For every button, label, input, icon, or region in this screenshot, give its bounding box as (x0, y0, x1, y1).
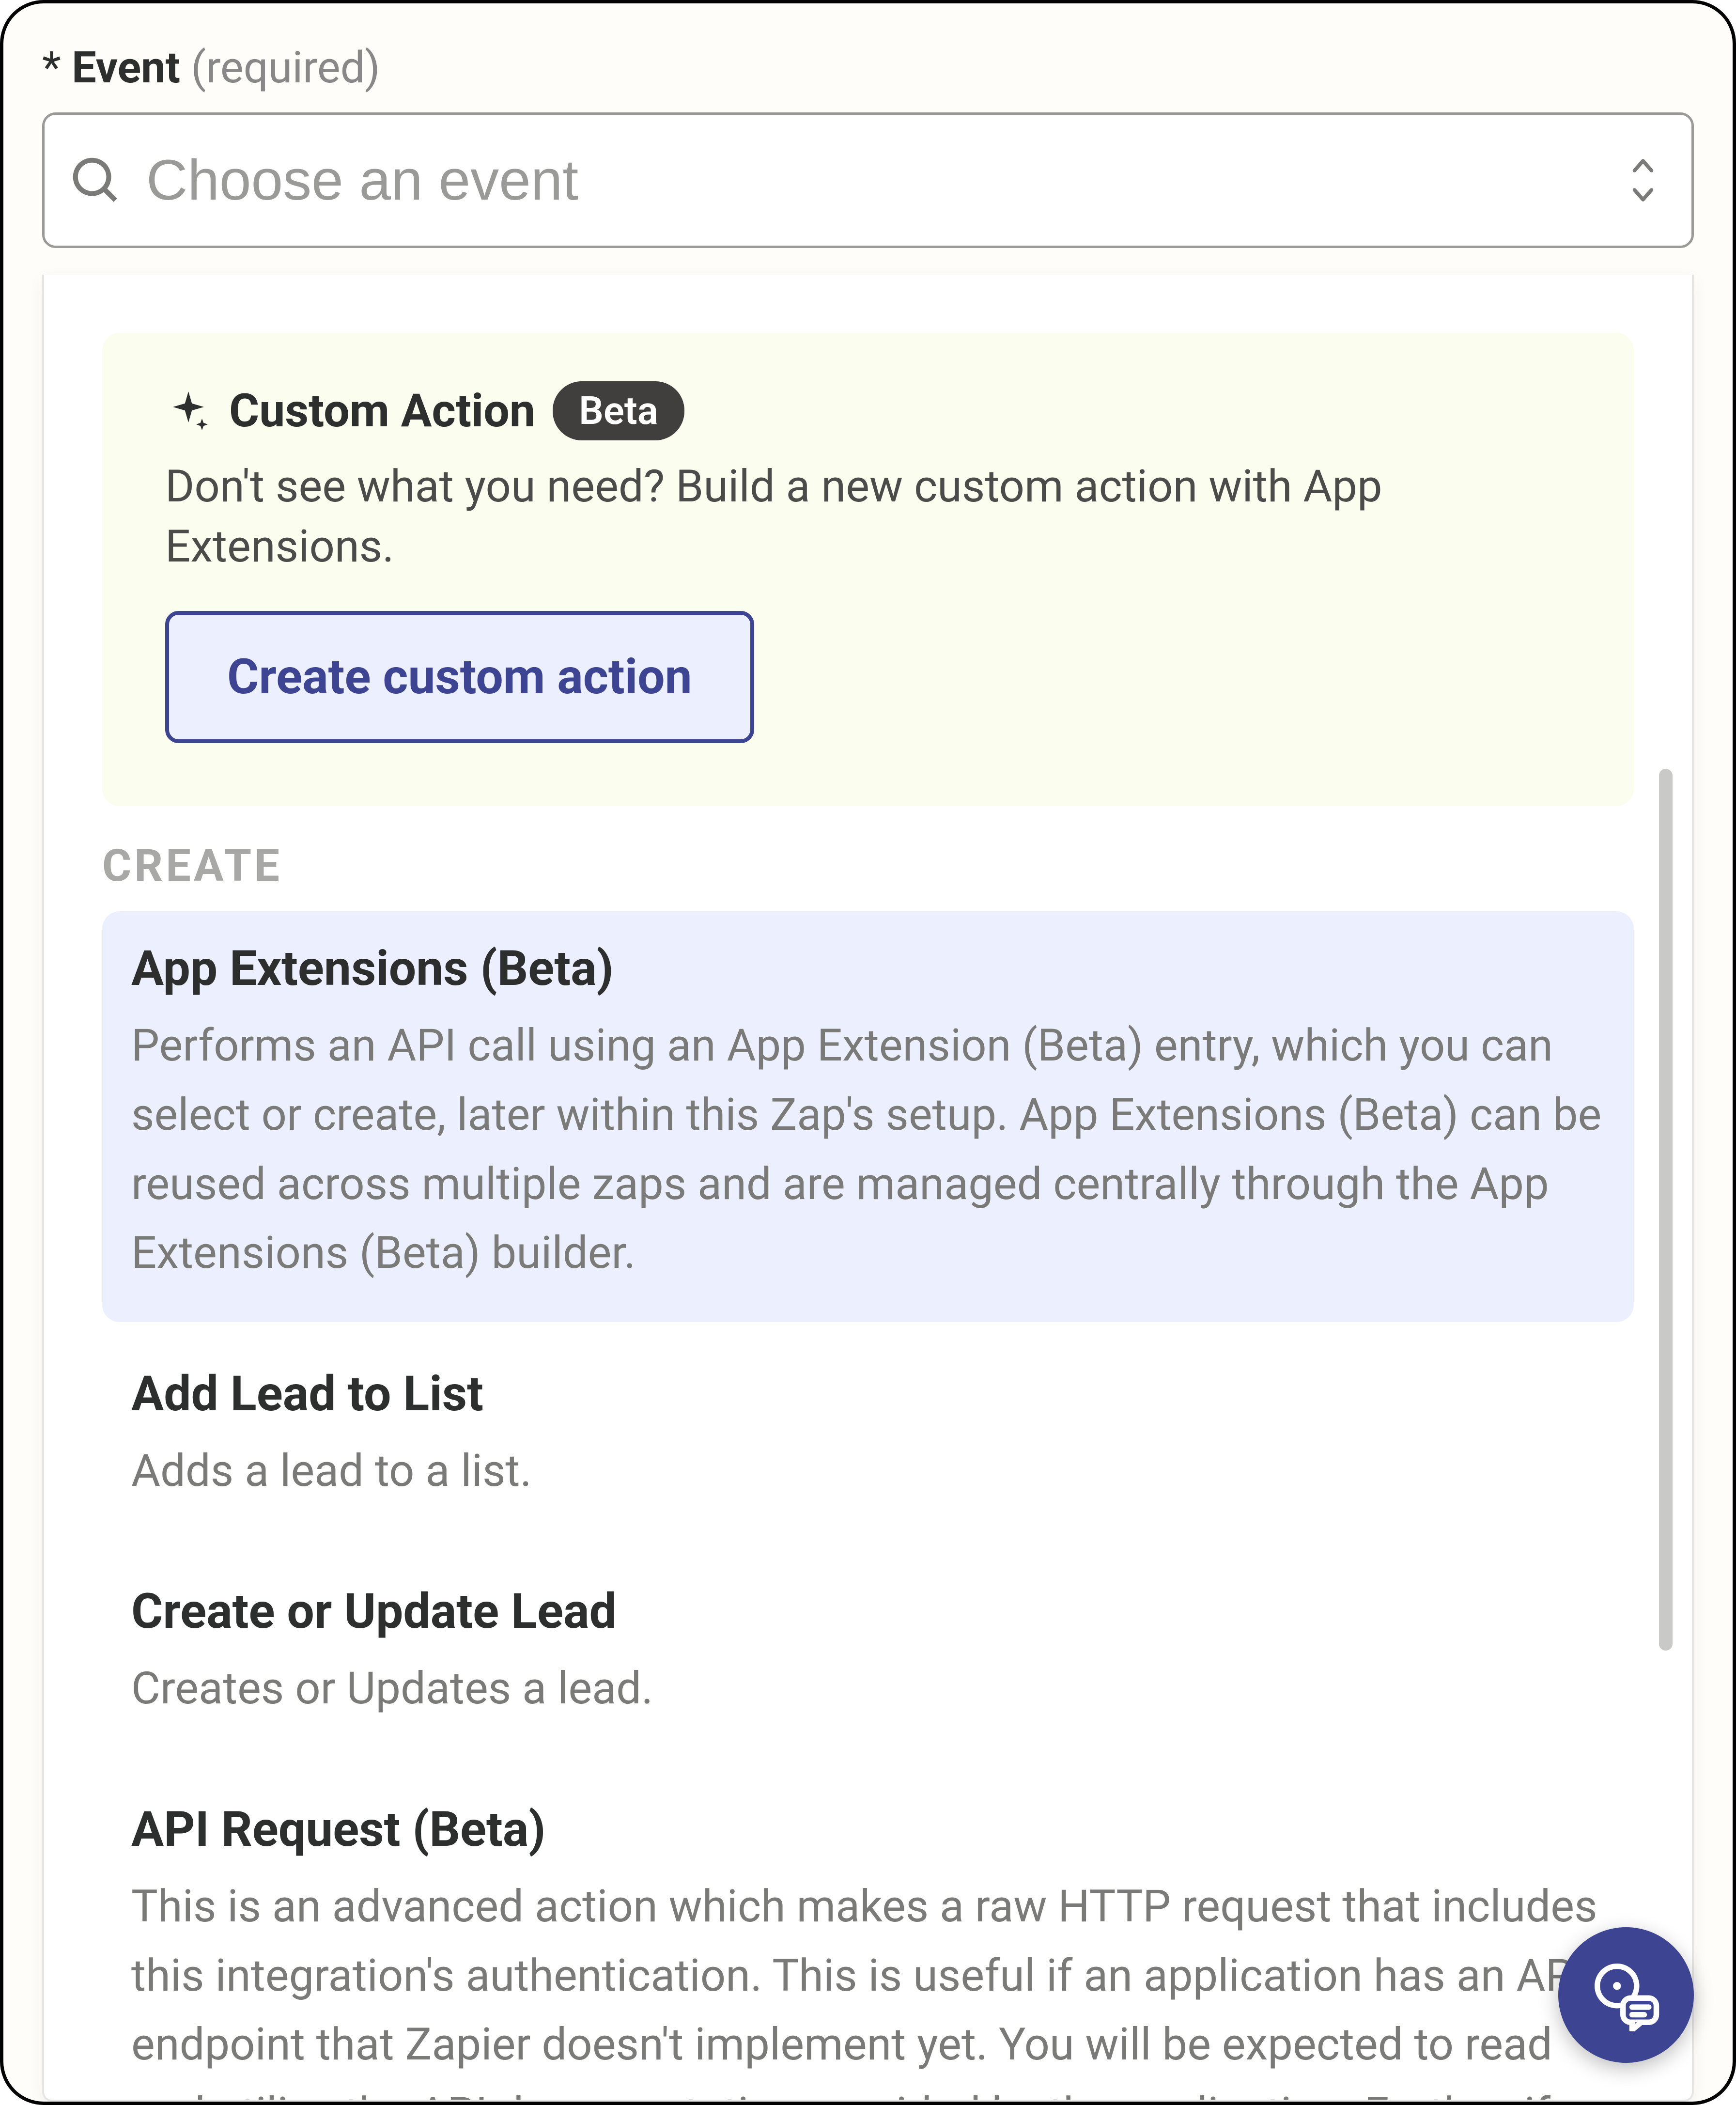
event-option-desc: Creates or Updates a lead. (131, 1654, 1605, 1724)
field-required-hint: (required) (191, 42, 380, 93)
event-option-desc: Performs an API call using an App Extens… (131, 1012, 1605, 1288)
event-option-title: API Request (Beta) (131, 1801, 1605, 1858)
sparkle-icon (165, 388, 212, 434)
event-option-desc: Adds a lead to a list. (131, 1437, 1605, 1506)
field-label-text: Event (72, 42, 180, 93)
scrollbar-thumb[interactable] (1659, 769, 1673, 1651)
event-option-desc: This is an advanced action which makes a… (131, 1872, 1605, 2102)
section-header-create: CREATE (102, 840, 1634, 892)
field-label: * Event (required) (42, 42, 1694, 93)
event-option-title: App Extensions (Beta) (131, 940, 1605, 997)
custom-action-promo: Custom Action Beta Don't see what you ne… (102, 333, 1634, 806)
required-asterisk: * (42, 42, 61, 93)
event-option[interactable]: App Extensions (Beta) Performs an API cal… (102, 911, 1634, 1322)
chevron-sort-icon (1628, 154, 1658, 207)
beta-badge: Beta (553, 381, 684, 440)
help-chat-fab[interactable] (1558, 1927, 1694, 2063)
event-dropdown: Custom Action Beta Don't see what you ne… (42, 275, 1694, 2102)
event-option-title: Create or Update Lead (131, 1583, 1605, 1640)
event-option[interactable]: API Request (Beta) This is an advanced ac… (102, 1772, 1634, 2102)
event-option[interactable]: Add Lead to List Adds a lead to a list. (102, 1337, 1634, 1540)
create-custom-action-button[interactable]: Create custom action (165, 611, 754, 743)
event-option-title: Add Lead to List (131, 1366, 1605, 1422)
promo-description: Don't see what you need? Build a new cus… (165, 457, 1571, 577)
event-combobox[interactable] (42, 112, 1694, 248)
search-icon (69, 154, 122, 207)
event-picker-panel: * Event (required) (0, 0, 1736, 2105)
event-search-input[interactable] (146, 147, 1604, 213)
promo-title: Custom Action (229, 384, 535, 438)
event-option[interactable]: Create or Update Lead Creates or Updates … (102, 1554, 1634, 1758)
